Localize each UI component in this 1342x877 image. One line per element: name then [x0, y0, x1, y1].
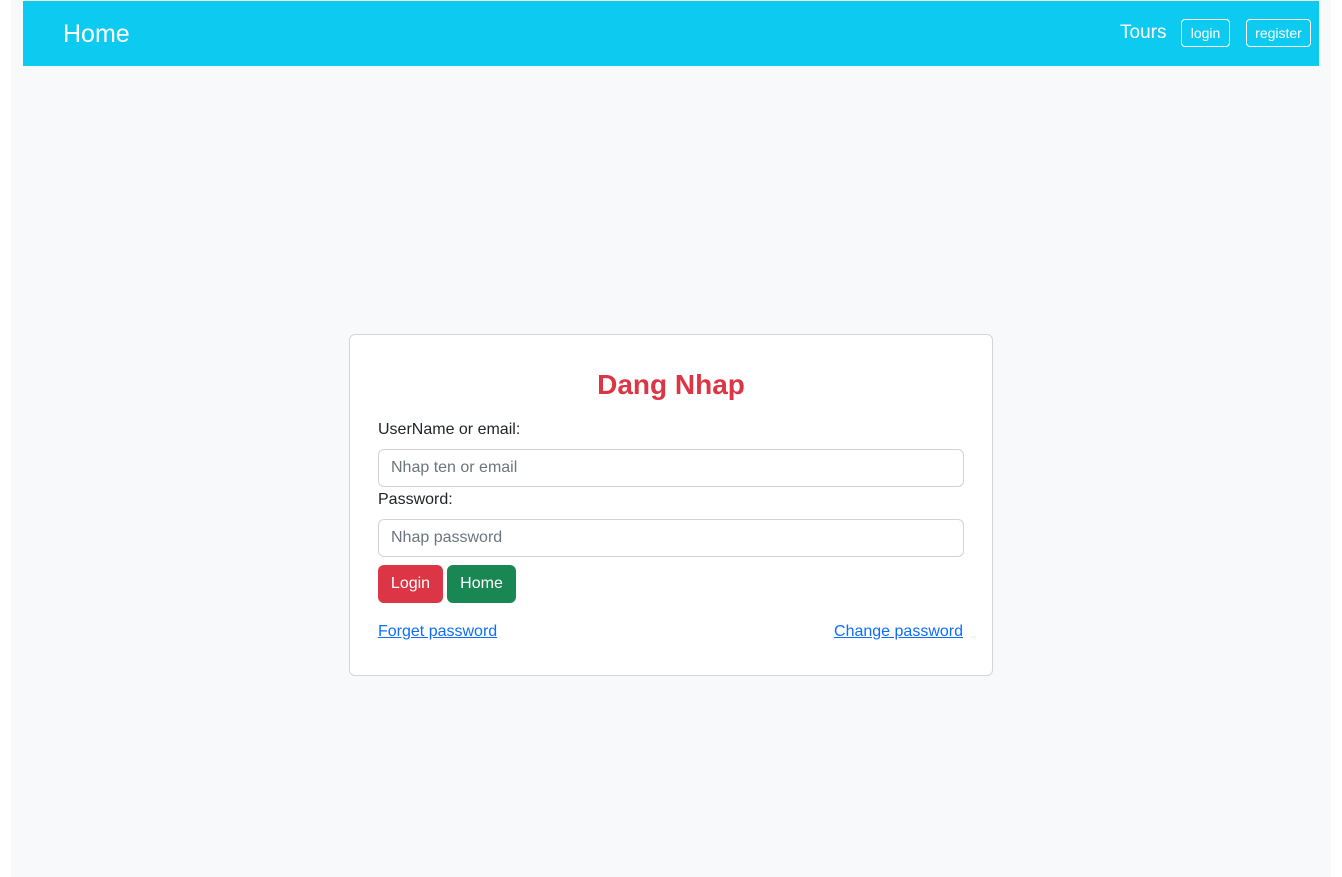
- login-button[interactable]: Login: [378, 565, 443, 603]
- nav-register-button[interactable]: register: [1246, 19, 1311, 47]
- nav-link-tours[interactable]: Tours: [1120, 20, 1166, 46]
- navbar-brand-home[interactable]: Home: [63, 18, 130, 50]
- forget-password-link[interactable]: Forget password: [378, 621, 497, 643]
- change-password-link[interactable]: Change password: [834, 621, 963, 643]
- login-card: Dang Nhap UserName or email: Password: L…: [349, 334, 993, 676]
- password-label: Password:: [378, 491, 453, 508]
- nav-login-button[interactable]: login: [1181, 19, 1230, 47]
- username-label: UserName or email:: [378, 421, 521, 438]
- home-button[interactable]: Home: [447, 565, 516, 603]
- password-input[interactable]: [378, 519, 964, 557]
- login-title: Dang Nhap: [597, 369, 745, 400]
- navbar: Home Tours login register: [23, 1, 1319, 66]
- username-input[interactable]: [378, 449, 964, 487]
